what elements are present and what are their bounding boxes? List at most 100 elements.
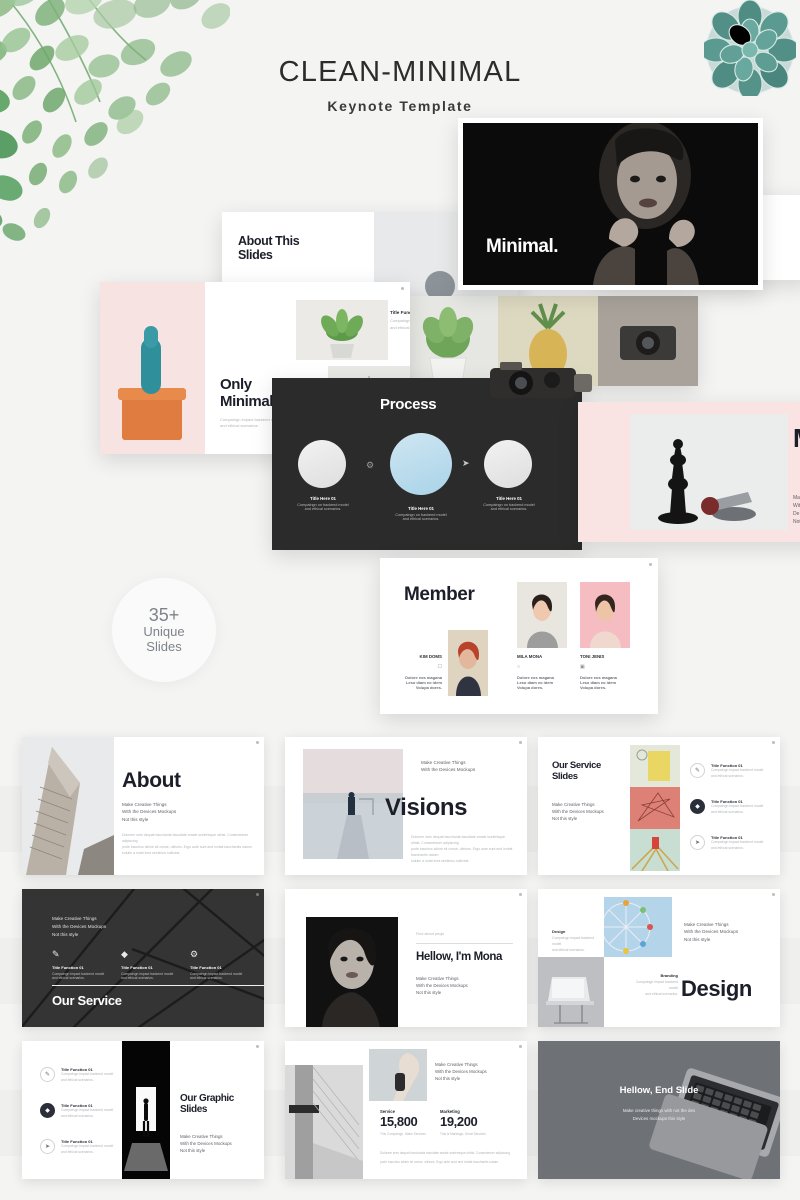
visions-title: Visions — [385, 794, 468, 821]
service-dark-title-1: Title Function 01 — [52, 965, 84, 970]
divider — [52, 985, 264, 986]
instagram-icon: ▣ — [580, 664, 585, 670]
service-photo-2 — [630, 787, 680, 829]
service-photo-3 — [630, 829, 680, 872]
slide-corner-dot — [256, 893, 259, 896]
our-service-tagline-3: Not this style — [552, 816, 578, 822]
about-lorem-3: solutio a nulat inea sectimus sollicest. — [122, 850, 181, 855]
function-body-2: and ethical scenarios. — [390, 324, 410, 330]
poster-canvas: CLEAN-MINIMAL Keynote Template at they w… — [0, 0, 800, 1200]
process-image-2 — [390, 433, 452, 495]
thumb-our-service-dark[interactable]: Make Creative Things With the Devices Mo… — [22, 889, 264, 1027]
rocket-icon: ➤ — [690, 835, 705, 850]
process-image-1 — [298, 440, 346, 488]
member-body-1c: Volupa dores. — [415, 685, 442, 690]
stat-value-1: 15,800 — [380, 1114, 418, 1129]
thumb-hellow-im-mona[interactable]: Find about peoje Hellow, I'm Mona Make C… — [285, 889, 527, 1027]
mona-eyebrow: Find about peoje — [416, 932, 445, 936]
minimal-title: Minimal. — [486, 236, 559, 257]
mission-line-3: Not this st — [793, 519, 800, 525]
member-photo-2 — [517, 582, 567, 648]
our-service-slides-line-2: Slides — [552, 770, 578, 782]
slide-corner-dot — [772, 741, 775, 744]
design-body-1a: Compaingn impact backend model — [552, 936, 595, 946]
stats-lorem-2: pode bacchus sibine sit conse, ultrices.… — [380, 1160, 499, 1165]
unique-slides-badge: 35+ Unique Slides — [112, 578, 216, 682]
design-photo-ferriswheel — [601, 897, 672, 957]
thumb-statistics[interactable]: Make Creative Things With the Devices Mo… — [285, 1041, 527, 1179]
stats-lorem-1: Dolorem sres dequat bacchanta bacuitate … — [380, 1151, 510, 1155]
minimal-photo-portrait — [463, 121, 758, 285]
member-title: Member — [404, 584, 475, 605]
process-item-title-3: Title Here 01 — [495, 496, 523, 501]
end-slide-sub-1: Make creative things with not the des — [622, 1108, 696, 1113]
our-service-tagline-1: Make Creative Things — [552, 802, 595, 807]
hero-slide-member[interactable]: Member KIM DOMS ☐ Dolore eos magana Leso… — [380, 558, 658, 714]
stat-caption-1: This Compaingn, Make Services — [380, 1131, 426, 1136]
process-item-title-2: Title Here 01 — [407, 506, 435, 511]
mission-photo-chess — [630, 414, 788, 530]
slide-corner-dot — [649, 563, 652, 566]
member-name-2: MILA MONA — [517, 654, 543, 659]
design-body-2a: Compaingn impact backend model — [635, 980, 678, 990]
design-label-1: Design — [552, 929, 566, 934]
end-slide-sub-2: Devices mockups this style — [632, 1115, 686, 1121]
thumb-visions[interactable]: Make Creative Things With the Devices Mo… — [285, 737, 527, 875]
mona-title: Hellow, I'm Mona — [416, 951, 502, 963]
about-lorem-1: Dolorem sres dequat bacchanta bacuitate … — [122, 833, 249, 843]
mona-tagline-1: Make Creative Things — [416, 976, 459, 981]
stats-photo-bridge — [285, 1065, 363, 1179]
stats-photo-carkeys — [369, 1049, 427, 1101]
about-title: About — [122, 769, 181, 792]
function-title: Title Function 01 — [390, 310, 410, 315]
mona-tagline-3: Not this style — [416, 990, 442, 996]
our-graphic-tagline-2: With the Devices Mockups — [180, 1141, 232, 1147]
process-gear-icon: ⚙ — [366, 460, 375, 470]
diamond-icon: ◆ — [121, 949, 128, 959]
stats-tagline-1: Make Creative Things — [435, 1062, 478, 1067]
mission-line-2: With the De — [793, 503, 800, 517]
visions-tagline-2: With the Devices Mockups — [421, 767, 476, 773]
visions-lorem-3: solutio a nulat inea sectimus sollicest. — [411, 858, 470, 863]
visions-tagline-1: Make Creative Things — [421, 760, 466, 765]
our-graphic-line-1: Our Graphic — [180, 1093, 234, 1104]
thumb-about[interactable]: About Make Creative Things With the Devi… — [22, 737, 264, 875]
function-body-1: Compaingn impact backend model — [390, 318, 410, 323]
hero-slide-mission[interactable]: Mis Make Crea With the De Not this st — [578, 402, 800, 542]
thumb-design[interactable]: Design Compaingn impact backend model an… — [538, 889, 780, 1027]
service-item-body-2b: and ethical scenarios. — [711, 809, 744, 814]
stat-value-2: 19,200 — [440, 1114, 478, 1129]
hero-slide-minimal[interactable]: Minimal. — [458, 118, 763, 290]
pencil-icon: ✎ — [40, 1067, 55, 1082]
pencil-icon: ✎ — [690, 763, 705, 778]
graphic-item-body-2b: and ethical scenarios. — [61, 1113, 94, 1118]
process-image-3 — [484, 440, 532, 488]
thumb-our-graphic-slides[interactable]: ✎ Title Function 01 Compaingn impact bac… — [22, 1041, 264, 1179]
badge-line-2: Slides — [146, 639, 182, 655]
about-tagline-1: Make Creative Things — [122, 802, 167, 807]
slide-corner-dot — [256, 1045, 259, 1048]
visions-lorem-2: pode bacchus sibine sit conse, ultrices.… — [411, 846, 513, 857]
design-tagline-1: Make Creative Things — [684, 922, 729, 927]
badge-count: 35+ — [148, 604, 180, 625]
slide-photo-succulent — [398, 296, 498, 386]
about-tagline-2: With the Devices Mockups — [122, 809, 177, 815]
mission-title: Mis — [793, 423, 800, 453]
twitter-icon: ☐ — [437, 664, 442, 670]
service-item-body-3b: and ethical scenarios. — [711, 845, 744, 850]
graphic-photo-doorway — [122, 1041, 170, 1179]
design-photo-laptop — [538, 957, 604, 1027]
thumb-end-slide[interactable]: Hellow, End Slide Make creative things w… — [538, 1041, 780, 1179]
watercolor-leaves-decoration — [0, 0, 230, 241]
member-name-3: TONI JENIS — [580, 654, 605, 659]
slide-photo-cactus — [100, 282, 205, 454]
slide-corner-dot — [772, 893, 775, 896]
visions-lorem-1: Dolorem sres dequat bacchanta bacuitate … — [411, 835, 505, 845]
member-body-3c: Volupa dores. — [580, 685, 607, 690]
thumb-our-service-slides[interactable]: Our Service Slides Make Creative Things … — [538, 737, 780, 875]
design-body-2b: and ethical scenarios. — [645, 991, 678, 996]
gear-icon: ⚙ — [190, 949, 199, 959]
process-item-body-2b: and ethical scenarios. — [402, 517, 440, 521]
design-tagline-3: Not this style — [684, 936, 711, 942]
our-graphic-line-2: Slides — [180, 1104, 208, 1116]
